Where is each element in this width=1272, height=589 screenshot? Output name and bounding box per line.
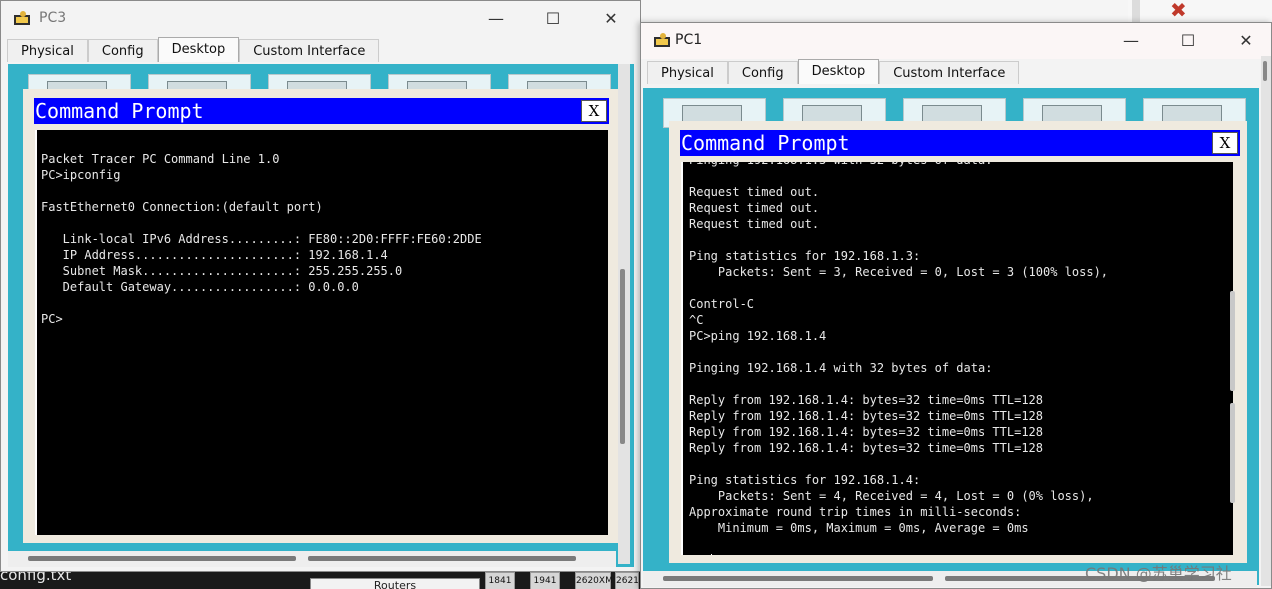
- scroll-thumb[interactable]: [308, 556, 576, 561]
- terminal-line: Reply from 192.168.1.4: bytes=32 time=0m…: [689, 409, 1044, 423]
- terminal-line: Reply from 192.168.1.4: bytes=32 time=0m…: [689, 393, 1044, 407]
- minimize-button[interactable]: —: [1111, 27, 1151, 55]
- terminal-output[interactable]: Pinging 192.168.1.3 with 32 bytes of dat…: [681, 162, 1233, 555]
- command-prompt-panel: Command Prompt X Pinging 192.168.1.3 wit…: [669, 121, 1247, 563]
- desktop-area: Command Prompt X Packet Tracer PC Comman…: [8, 64, 634, 567]
- terminal-line: Control-C: [689, 297, 755, 311]
- terminal-line: Subnet Mask.....................: 255.25…: [41, 264, 403, 278]
- pc3-window: PC3 — ☐ ✕ Physical Config Desktop Custom…: [0, 0, 641, 572]
- terminal-line: Pinging 192.168.1.4 with 32 bytes of dat…: [689, 361, 993, 375]
- screen: config.txt Routers 1841 1941 2620XM 2621…: [0, 0, 1272, 589]
- device-1941[interactable]: 1941: [530, 572, 560, 589]
- pc1-titlebar[interactable]: PC1 — ☐ ✕: [641, 23, 1271, 59]
- watermark: CSDN @苏巢学习社: [1085, 564, 1232, 583]
- tab-bar: Physical Config Desktop Custom Interface: [7, 37, 380, 62]
- tab-desktop[interactable]: Desktop: [797, 59, 880, 84]
- terminal-line: Request timed out.: [689, 185, 820, 199]
- terminal-line: Packets: Sent = 3, Received = 0, Lost = …: [689, 265, 1109, 279]
- terminal-line: Packet Tracer PC Command Line 1.0: [41, 152, 280, 166]
- terminal-scroll-thumb[interactable]: [1230, 291, 1235, 391]
- tab-bar: Physical Config Desktop Custom Interface: [647, 59, 1020, 84]
- terminal-line: PC>ipconfig: [41, 168, 121, 182]
- terminal-line: ^C: [689, 313, 704, 327]
- maximize-button[interactable]: ☐: [1168, 27, 1208, 55]
- scroll-thumb[interactable]: [620, 269, 625, 444]
- vertical-scrollbar[interactable]: [1261, 56, 1271, 586]
- terminal-line: Request timed out.: [689, 201, 820, 215]
- window-title: PC3: [39, 10, 67, 26]
- packet-tracer-icon: [14, 11, 30, 25]
- command-prompt-title: Command Prompt: [681, 131, 850, 155]
- background-app-corner: ✖: [1128, 0, 1272, 22]
- tab-config[interactable]: Config: [727, 61, 798, 84]
- scroll-thumb[interactable]: [1263, 61, 1267, 81]
- terminal-line: Link-local IPv6 Address.........: FE80::…: [41, 232, 482, 246]
- command-prompt-title: Command Prompt: [35, 99, 204, 123]
- tab-custom-interface[interactable]: Custom Interface: [879, 61, 1020, 84]
- terminal-line: PC>: [41, 312, 63, 326]
- command-prompt-header: Command Prompt X: [34, 98, 609, 124]
- window-title: PC1: [675, 32, 703, 48]
- tab-desktop[interactable]: Desktop: [157, 37, 240, 62]
- vertical-scrollbar[interactable]: [618, 64, 630, 564]
- terminal-line: Default Gateway.................: 0.0.0.…: [41, 280, 359, 294]
- command-prompt-close-button[interactable]: X: [1212, 132, 1238, 154]
- minimize-button[interactable]: —: [476, 5, 516, 33]
- tab-physical[interactable]: Physical: [647, 61, 728, 84]
- background-scrollbar[interactable]: [1132, 0, 1140, 22]
- close-button[interactable]: ✕: [591, 5, 631, 33]
- terminal-line: PC>: [689, 552, 1233, 555]
- routers-category[interactable]: Routers: [310, 578, 480, 589]
- close-icon[interactable]: ✖: [1170, 0, 1187, 22]
- terminal-scroll-thumb[interactable]: [1230, 403, 1235, 503]
- command-prompt-panel: Command Prompt X Packet Tracer PC Comman…: [23, 89, 619, 543]
- horizontal-scrollbar[interactable]: [8, 551, 616, 567]
- terminal-line: Ping statistics for 192.168.1.3:: [689, 249, 921, 263]
- tab-physical[interactable]: Physical: [7, 39, 88, 62]
- terminal-line: Minimum = 0ms, Maximum = 0ms, Average = …: [689, 521, 1029, 535]
- terminal-line: Ping statistics for 192.168.1.4:: [689, 473, 921, 487]
- device-1841[interactable]: 1841: [485, 572, 515, 589]
- terminal-line: Reply from 192.168.1.4: bytes=32 time=0m…: [689, 425, 1044, 439]
- scroll-thumb[interactable]: [663, 576, 933, 581]
- scroll-thumb[interactable]: [28, 556, 296, 561]
- tab-config[interactable]: Config: [87, 39, 158, 62]
- terminal-line: Approximate round trip times in milli-se…: [689, 505, 1022, 519]
- device-2620xm[interactable]: 2620XM: [575, 572, 613, 589]
- text-cursor: [710, 554, 712, 555]
- terminal-line: Reply from 192.168.1.4: bytes=32 time=0m…: [689, 441, 1044, 455]
- tab-custom-interface[interactable]: Custom Interface: [239, 39, 380, 62]
- close-button[interactable]: ✕: [1226, 27, 1266, 55]
- command-prompt-header: Command Prompt X: [680, 130, 1240, 156]
- desktop-area: Command Prompt X Pinging 192.168.1.3 wit…: [643, 88, 1259, 587]
- terminal-line: PC>ping 192.168.1.4: [689, 329, 827, 343]
- maximize-button[interactable]: ☐: [533, 5, 573, 33]
- terminal-line: Request timed out.: [689, 217, 820, 231]
- packet-tracer-icon: [654, 33, 670, 47]
- pc1-window: PC1 — ☐ ✕ Physical Config Desktop Custom…: [640, 22, 1272, 589]
- pc3-titlebar[interactable]: PC3 — ☐ ✕: [1, 1, 640, 37]
- terminal-line: FastEthernet0 Connection:(default port): [41, 200, 323, 214]
- terminal-output[interactable]: Packet Tracer PC Command Line 1.0 PC>ipco…: [35, 130, 608, 535]
- command-prompt-close-button[interactable]: X: [581, 100, 607, 122]
- terminal-line: Packets: Sent = 4, Received = 4, Lost = …: [689, 489, 1094, 503]
- device-2621[interactable]: 2621: [615, 572, 639, 589]
- terminal-line: IP Address......................: 192.16…: [41, 248, 388, 262]
